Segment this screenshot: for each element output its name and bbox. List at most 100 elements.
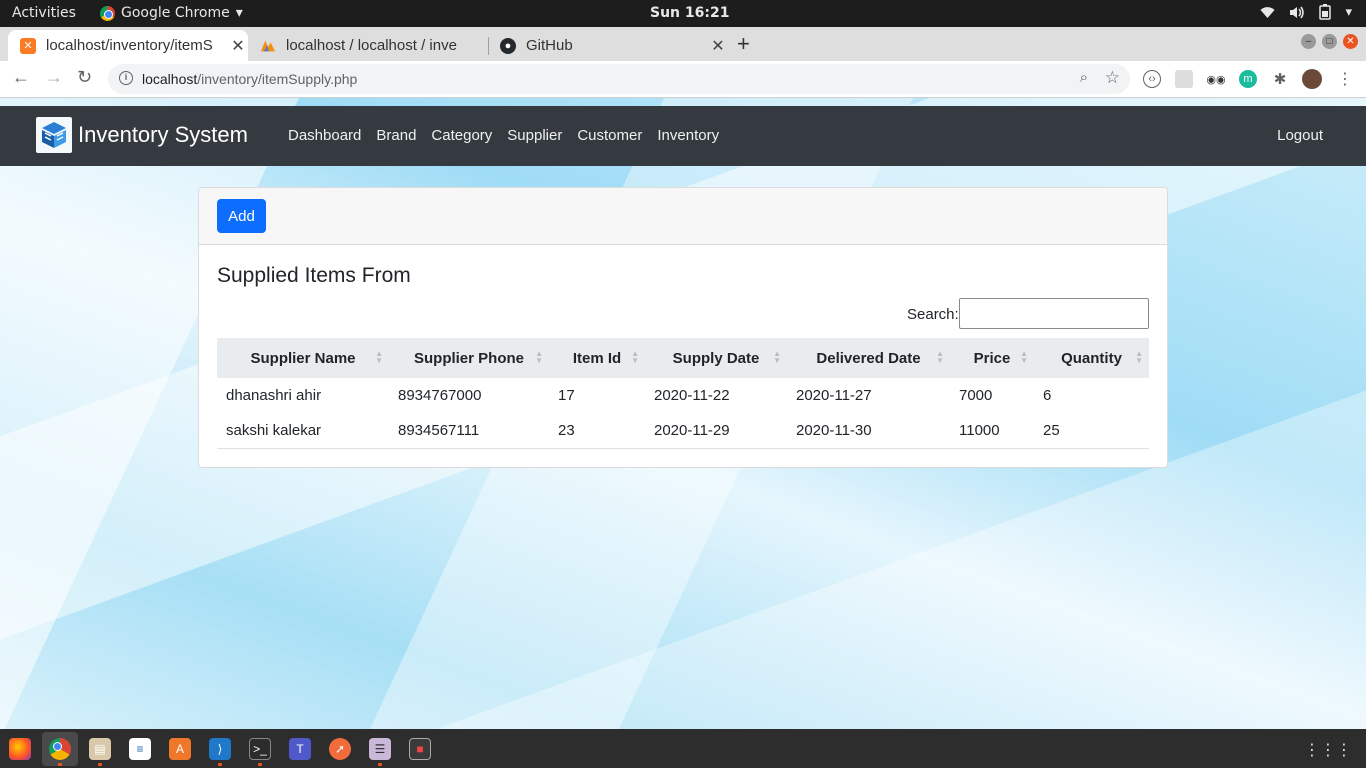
cell-quantity: 25 <box>1034 413 1149 449</box>
screen-recorder-icon[interactable]: ■ <box>409 738 431 760</box>
supply-table: Supplier Name ▲ ▼ Supplier Phone ▲ ▼ Item Id… <box>217 338 1149 449</box>
terminal-icon[interactable]: >_ <box>249 738 271 760</box>
sort-icon: ▲ ▼ <box>1020 349 1028 365</box>
logout-link[interactable]: Logout <box>1277 127 1323 144</box>
sort-icon: ▲ ▼ <box>773 349 781 365</box>
column-header-price[interactable]: Price ▲ ▼ <box>950 338 1034 378</box>
new-tab-button[interactable]: + <box>737 31 750 57</box>
add-button[interactable]: Add <box>217 199 266 233</box>
column-header-supplier-name[interactable]: Supplier Name ▲ ▼ <box>217 338 389 378</box>
tab-phpmyadmin[interactable]: localhost / localhost / inve <box>248 30 488 61</box>
puzzle-icon[interactable]: ✱ <box>1271 70 1289 88</box>
clock[interactable]: Sun 16:21 <box>650 5 729 21</box>
cell-item-id: 17 <box>558 387 575 404</box>
column-header-delivered-date[interactable]: Delivered Date ▲ ▼ <box>787 338 950 378</box>
cell-price: 11000 <box>950 413 1034 449</box>
close-icon[interactable]: ✕ <box>228 36 248 56</box>
app-navbar: Inventory System Dashboard Brand Categor… <box>0 106 1366 166</box>
tab-github[interactable]: ● GitHub ✕ <box>488 30 728 61</box>
column-header-label: Supplier Phone <box>413 349 524 367</box>
window-controls: – □ ✕ <box>1301 34 1358 49</box>
column-header-supplier-phone[interactable]: Supplier Phone ▲ ▼ <box>389 338 549 378</box>
cell-delivered-date: 2020-11-30 <box>787 413 950 449</box>
database-icon[interactable]: ☰ <box>369 738 391 760</box>
chevron-down-icon: ▾ <box>235 5 243 21</box>
vscode-icon[interactable]: ⟩ <box>209 738 231 760</box>
activities-button[interactable]: Activities <box>12 5 76 21</box>
nav-inventory[interactable]: Inventory <box>657 127 719 144</box>
search-input[interactable] <box>959 298 1149 329</box>
cell-price: 7000 <box>959 387 993 404</box>
teams-icon[interactable]: T <box>289 738 311 760</box>
supply-card: Add Supplied Items From Search: Supplier… <box>198 187 1168 468</box>
cell-supplier-name: dhanashri ahir <box>226 387 322 404</box>
writer-icon[interactable]: ≡ <box>129 738 151 760</box>
column-header-label: Quantity <box>1061 349 1122 367</box>
wifi-icon <box>1260 6 1275 18</box>
volume-icon <box>1290 6 1305 18</box>
column-header-label: Supply Date <box>672 349 760 367</box>
bookmark-star-icon[interactable]: ☆ <box>1105 68 1120 88</box>
sort-icon: ▲ ▼ <box>1135 349 1143 365</box>
chrome-icon <box>100 5 115 21</box>
chrome-dock-slot[interactable] <box>42 732 78 766</box>
close-window-button[interactable]: ✕ <box>1343 34 1358 49</box>
nav-customer[interactable]: Customer <box>577 127 642 144</box>
close-icon[interactable]: ✕ <box>708 36 728 56</box>
brand-name[interactable]: Inventory System <box>78 122 248 148</box>
nav-brand[interactable]: Brand <box>376 127 416 144</box>
url-text[interactable]: localhost/inventory/itemSupply.php <box>142 71 357 87</box>
column-header-item-id[interactable]: Item Id ▲ ▼ <box>549 338 645 378</box>
maximize-button[interactable]: □ <box>1322 34 1337 49</box>
extension-icon[interactable] <box>1175 70 1193 88</box>
avatar[interactable] <box>1302 69 1322 89</box>
firefox-icon[interactable] <box>9 738 31 760</box>
sort-icon: ▲ ▼ <box>375 349 383 365</box>
phpmyadmin-icon <box>260 38 276 54</box>
back-button[interactable]: ← <box>12 67 30 88</box>
show-applications-icon[interactable]: ⋮⋮⋮ <box>1304 740 1352 760</box>
zoom-icon[interactable]: ⌕ <box>1080 69 1088 86</box>
sort-icon: ▲ ▼ <box>936 349 944 365</box>
brand-logo-icon[interactable] <box>36 117 72 153</box>
m-extension-icon[interactable]: m <box>1239 70 1257 88</box>
info-icon[interactable]: i <box>119 71 133 85</box>
postman-icon[interactable]: ➚ <box>329 738 351 760</box>
table-header-row: Supplier Name ▲ ▼ Supplier Phone ▲ ▼ Item Id… <box>217 338 1149 378</box>
extension-icon[interactable]: ‹› <box>1143 70 1161 88</box>
tab-title: localhost / localhost / inve <box>286 37 457 54</box>
reload-button[interactable]: ↻ <box>77 67 92 88</box>
column-header-label: Item Id <box>572 349 622 367</box>
url-path: /inventory/itemSupply.php <box>197 71 358 87</box>
cell-supplier-phone: 8934567111 <box>389 413 549 449</box>
menu-dots-icon[interactable]: ⋮ <box>1336 70 1354 88</box>
cell-supplier-name: sakshi kalekar <box>217 413 389 449</box>
browser-toolbar: ← → ↻ i localhost/inventory/itemSupply.p… <box>0 61 1366 98</box>
minimize-button[interactable]: – <box>1301 34 1316 49</box>
app-menu[interactable]: Google Chrome ▾ <box>100 5 243 21</box>
running-indicator <box>58 763 62 766</box>
taskbar-dock: ▤ ≡ A ⟩ >_ T ➚ ☰ ■ ⋮⋮⋮ <box>0 729 1366 768</box>
system-tray[interactable]: ▾ <box>1260 4 1352 20</box>
github-icon: ● <box>500 37 516 54</box>
card-title: Supplied Items From <box>217 264 411 287</box>
cell-quantity: 6 <box>1043 387 1052 404</box>
column-header-quantity[interactable]: Quantity ▲ ▼ <box>1034 338 1149 378</box>
chevron-down-icon: ▾ <box>1345 4 1352 19</box>
tab-inventory[interactable]: ✕ localhost/inventory/itemS ✕ <box>8 30 248 61</box>
nav-category[interactable]: Category <box>431 127 492 144</box>
running-indicator <box>98 763 102 766</box>
main-nav: Dashboard Brand Category Supplier Custom… <box>288 127 719 144</box>
chrome-icon <box>49 738 71 760</box>
sort-icon: ▲ ▼ <box>535 349 543 365</box>
app-menu-label: Google Chrome <box>121 5 230 21</box>
software-center-icon[interactable]: A <box>169 738 191 760</box>
files-icon[interactable]: ▤ <box>89 738 111 760</box>
nav-supplier[interactable]: Supplier <box>507 127 562 144</box>
forward-button[interactable]: → <box>45 67 63 88</box>
mask-extension-icon[interactable]: ◉◉ <box>1206 70 1225 88</box>
column-header-supply-date[interactable]: Supply Date ▲ ▼ <box>645 338 787 378</box>
address-bar[interactable]: i localhost/inventory/itemSupply.php ⌕ ☆ <box>108 64 1130 94</box>
nav-dashboard[interactable]: Dashboard <box>288 127 361 144</box>
tab-title: GitHub <box>526 37 573 54</box>
